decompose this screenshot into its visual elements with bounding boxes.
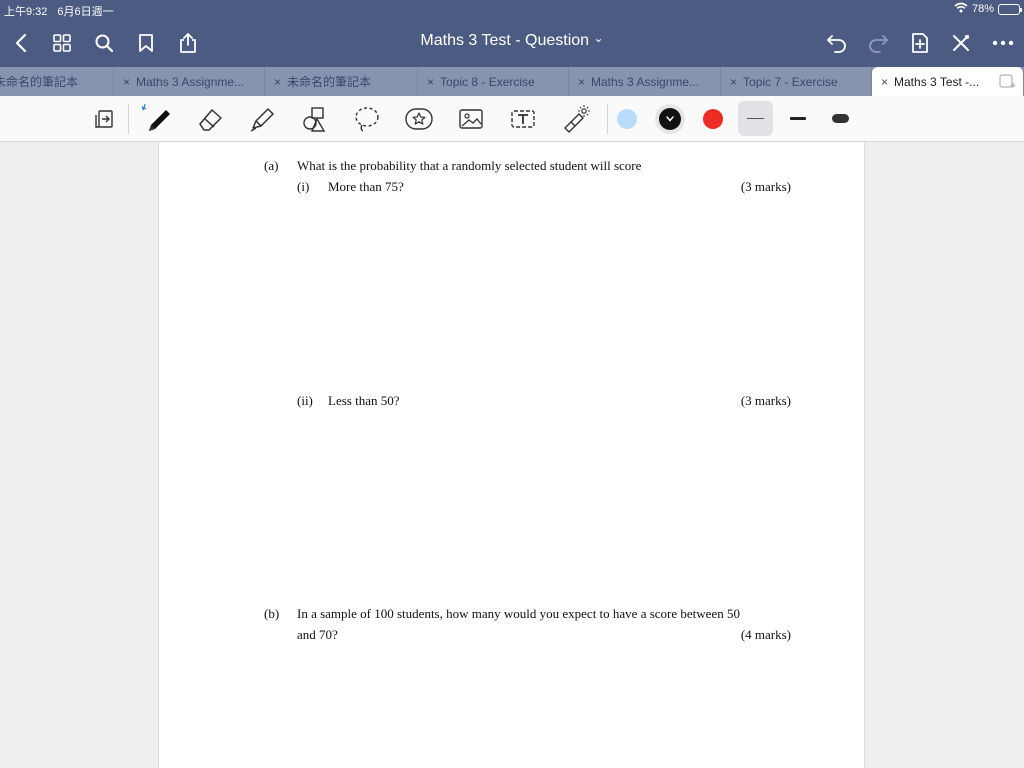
tab-topic7-exercise[interactable]: × Topic 7 - Exercise [721, 67, 872, 96]
drawing-toolbar [0, 96, 1024, 142]
tab-label: 未命名的筆記本 [287, 75, 372, 89]
question-a-i-text: More than 75? [328, 179, 404, 194]
status-bar: 上午9:32 6月6日週一 78% [0, 0, 1024, 18]
question-a-ii-marks: (3 marks) [740, 393, 791, 408]
question-a-ii-text: Less than 50? [328, 393, 400, 408]
tab-maths3-assignment-1[interactable]: × Maths 3 Assignme... [114, 67, 265, 96]
read-only-mode-icon[interactable] [88, 103, 122, 135]
more-icon[interactable] [990, 30, 1016, 56]
tab-label: 未命名的筆記本 [0, 75, 79, 89]
color-swatch-black [659, 108, 681, 130]
status-date: 6月6日週一 [57, 6, 114, 18]
shapes-tool-icon[interactable] [297, 103, 331, 135]
back-icon[interactable] [8, 30, 34, 56]
tab-close-icon[interactable]: × [578, 75, 585, 89]
stroke-thin-selected[interactable] [738, 101, 773, 136]
highlighter-tool-icon[interactable] [245, 103, 279, 135]
question-b-marks: (4 marks) [740, 627, 791, 642]
close-pen-mode-icon[interactable] [948, 30, 974, 56]
tab-close-icon[interactable]: × [730, 75, 737, 89]
tab-maths3-assignment-2[interactable]: × Maths 3 Assignme... [569, 67, 721, 96]
question-b-text-line1: In a sample of 100 students, how many wo… [297, 606, 740, 621]
laser-pointer-icon[interactable] [559, 103, 593, 135]
wifi-icon [954, 2, 968, 16]
stroke-thick-icon [832, 114, 849, 123]
toolbar-divider [607, 104, 608, 134]
color-swatch-light-blue[interactable] [617, 109, 637, 129]
new-tab-icon[interactable] [999, 74, 1017, 92]
grid-view-icon[interactable] [49, 30, 75, 56]
share-icon[interactable] [175, 30, 201, 56]
document-title-button[interactable]: Maths 3 Test - Question ⌄ [420, 31, 604, 49]
question-b-text-line2: and 70? [297, 627, 338, 642]
toolbar-divider [128, 104, 129, 134]
color-swatch-red[interactable] [703, 109, 723, 129]
lasso-tool-icon[interactable] [350, 103, 384, 135]
tab-topic8-exercise[interactable]: × Topic 8 - Exercise [418, 67, 569, 96]
status-time: 上午9:32 [4, 6, 48, 18]
question-a-i-label: (i) [297, 179, 310, 194]
add-page-icon[interactable] [907, 30, 933, 56]
question-a-text: What is the probability that a randomly … [297, 158, 642, 173]
stroke-medium[interactable] [781, 101, 816, 136]
tab-label: Topic 7 - Exercise [743, 74, 838, 89]
undo-icon[interactable] [824, 30, 850, 56]
tab-close-icon[interactable]: × [274, 75, 281, 89]
document-title-text: Maths 3 Test - Question [420, 32, 590, 49]
tab-untitled-notebook-1[interactable]: 未命名的筆記本 [0, 67, 114, 96]
color-swatch-black-selected[interactable] [655, 104, 685, 134]
stroke-thick[interactable] [824, 101, 859, 136]
image-tool-icon[interactable] [454, 103, 488, 135]
title-chevron-icon: ⌄ [593, 31, 604, 45]
tab-label: Maths 3 Test -... [894, 74, 980, 89]
stroke-medium-icon [790, 117, 806, 120]
question-a-label: (a) [264, 158, 279, 173]
eraser-tool-icon[interactable] [193, 103, 227, 135]
tab-close-icon[interactable]: × [881, 75, 888, 89]
tab-label: Maths 3 Assignme... [591, 74, 700, 89]
battery-icon [998, 3, 1022, 15]
text-tool-icon[interactable] [506, 103, 540, 135]
stroke-thin-icon [747, 118, 764, 119]
tab-untitled-notebook-2[interactable]: × 未命名的筆記本 [265, 67, 418, 96]
search-icon[interactable] [91, 30, 117, 56]
battery-percent: 78% [971, 3, 994, 15]
question-a-i-marks: (3 marks) [740, 179, 791, 194]
question-b-label: (b) [264, 606, 280, 621]
tab-label: Topic 8 - Exercise [440, 74, 535, 89]
tab-close-icon[interactable]: × [427, 75, 434, 89]
document-page[interactable]: (a) What is the probability that a rando… [158, 142, 865, 768]
tab-maths3-test[interactable]: × Maths 3 Test -... [872, 67, 1024, 96]
bookmark-icon[interactable] [133, 30, 159, 56]
question-a-ii-label: (ii) [297, 393, 313, 408]
tab-label: Maths 3 Assignme... [136, 74, 245, 89]
tab-bar: 未命名的筆記本 × Maths 3 Assignme... × 未命名的筆記本 × T… [0, 67, 1024, 96]
nav-bar: Maths 3 Test - Question ⌄ [0, 22, 1024, 62]
chevron-down-icon [666, 116, 674, 122]
sticker-tool-icon[interactable] [402, 103, 436, 135]
redo-icon[interactable] [865, 30, 891, 56]
pen-tool-icon[interactable] [140, 103, 174, 135]
top-bar: 上午9:32 6月6日週一 78% Maths 3 Test - Questio… [0, 0, 1024, 67]
tab-close-icon[interactable]: × [123, 75, 130, 89]
